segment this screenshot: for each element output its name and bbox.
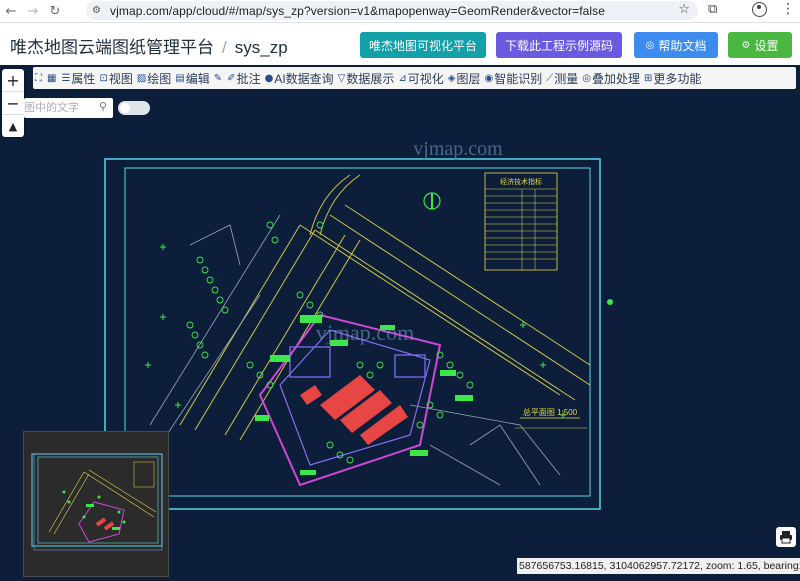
settings-label: 设置 (754, 38, 779, 53)
watermark-top: vjmap.com (413, 138, 503, 160)
page-title: 唯杰地图云端图纸管理平台 / sys_zp (10, 33, 288, 58)
zoom-out-button[interactable]: − (2, 92, 24, 115)
toolbar-item-label: 智能识别 (494, 71, 543, 86)
data-display-icon: ▽ (337, 72, 346, 84)
back-icon[interactable]: ← (0, 0, 22, 22)
table-title: 经济技术指标 (500, 177, 542, 186)
coordinate-readout: 587656753.16815, 3104062957.72172, zoom:… (517, 558, 800, 574)
toolbar-item-layers[interactable]: ◈ 图层 (446, 67, 483, 89)
toolbar-item-label: 测量 (554, 71, 579, 86)
browser-toolbar: ← → ↻ ⚙ vjmap.com/app/cloud/#/map/sys_zp… (0, 0, 800, 23)
toolbar-item-label: 更多功能 (653, 71, 702, 86)
toolbar-item-more[interactable]: ⊞ 更多功能 (642, 67, 703, 89)
toolbar-item-edit[interactable]: ▤ 编辑 (173, 67, 211, 89)
app-name: 唯杰地图云端图纸管理平台 (10, 38, 214, 57)
map-toolbar: ⛶ ▦ ☰ 属性 ⊡ 视图 ▨ 绘图 ▤ 编辑 ✎ ✐ 批注 ● AI数据查询 ▽ 数据展示 ⊿ 可视化 ◈ 图层 ◉ 智能… (33, 67, 796, 89)
toolbar-item-overlay[interactable]: ◎ 叠加处理 (580, 67, 642, 89)
forward-icon[interactable]: → (22, 0, 44, 22)
help-icon: ◎ (645, 39, 655, 51)
gear-icon: ⚙ (741, 39, 751, 51)
properties-icon: ☰ (61, 72, 71, 84)
settings-button[interactable]: ⚙ 设置 (728, 32, 792, 58)
toolbar-item-label: 视图 (108, 71, 133, 86)
minimap-drawing (31, 453, 163, 551)
visualization-platform-button[interactable]: 唯杰地图可视化平台 (360, 32, 486, 58)
app-header: 唯杰地图云端图纸管理平台 / sys_zp 唯杰地图可视化平台 下载此工程示例源码 … (0, 23, 800, 65)
print-icon (780, 531, 792, 544)
url-text[interactable]: vjmap.com/app/cloud/#/map/sys_zp?version… (110, 4, 605, 18)
toolbar-item-data-display[interactable]: ▽ 数据展示 (336, 67, 397, 89)
toolbar-item-chart[interactable]: ⊿ 可视化 (396, 67, 445, 89)
annotate-icon: ✐ (227, 72, 236, 84)
view-icon: ⊡ (99, 72, 108, 84)
toolbar-item-annotate[interactable]: ✐ 批注 (225, 67, 262, 89)
toolbar-item-measure[interactable]: ⟋ 测量 (544, 67, 580, 89)
title-separator: / (222, 38, 227, 57)
toolbar-item-label: 图层 (456, 71, 481, 86)
help-docs-button[interactable]: ◎ 帮助文档 (634, 32, 718, 58)
more-icon: ⊞ (644, 72, 653, 84)
toolbar-item-ai-query[interactable]: ● AI数据查询 (263, 67, 336, 89)
toolbar-item-fullscreen[interactable]: ⛶ (33, 67, 45, 89)
draw-icon: ▨ (136, 72, 147, 84)
zoom-control: + − ▲ (2, 69, 24, 137)
zoom-in-button[interactable]: + (2, 69, 24, 92)
map-canvas[interactable]: 经济技术指标 总平面图 1:500 vjmap.com vjmap.com ⛶ ▦… (0, 65, 800, 581)
menu-icon[interactable]: ⋮ (781, 1, 795, 17)
address-bar[interactable]: ⚙ vjmap.com/app/cloud/#/map/sys_zp?versi… (86, 1, 698, 20)
toolbar-item-label: 批注 (236, 71, 261, 86)
extensions-icon[interactable]: ⧉ (708, 2, 717, 17)
measure-icon: ⟋ (546, 72, 554, 84)
overlay-icon: ◎ (582, 72, 591, 84)
toolbar-item-properties[interactable]: ☰ 属性 (59, 67, 97, 89)
toolbar-item-qrcode[interactable]: ▦ (45, 67, 59, 89)
search-input[interactable] (24, 101, 90, 115)
layers-icon: ◈ (447, 72, 456, 84)
toolbar-item-label: AI数据查询 (274, 71, 334, 86)
toolbar-item-draw[interactable]: ▨ 绘图 (135, 67, 173, 89)
overview-minimap[interactable] (23, 431, 169, 577)
toolbar-item-label: 编辑 (185, 71, 210, 86)
chart-icon: ⊿ (398, 72, 407, 84)
search-mode-toggle[interactable] (118, 101, 150, 115)
print-button[interactable] (776, 527, 796, 547)
toolbar-item-label: 绘图 (147, 71, 172, 86)
toolbar-item-view[interactable]: ⊡ 视图 (97, 67, 134, 89)
toolbar-item-recognition[interactable]: ◉ 智能识别 (483, 67, 545, 89)
drawing-title: 总平面图 1:500 (523, 407, 578, 417)
map-name: sys_zp (234, 38, 288, 57)
ai-query-icon: ● (264, 72, 274, 84)
profile-icon[interactable] (752, 2, 767, 17)
toolbar-item-label: 属性 (71, 71, 96, 86)
bookmark-star-icon[interactable]: ☆ (678, 2, 690, 17)
download-source-button[interactable]: 下载此工程示例源码 (496, 32, 622, 58)
map-search: ⚲ (24, 98, 113, 118)
qrcode-icon: ▦ (47, 72, 57, 84)
site-info-icon[interactable]: ⚙ (92, 5, 110, 16)
compass-button[interactable]: ▲ (2, 115, 24, 137)
recognition-icon: ◉ (484, 72, 494, 84)
fullscreen-icon: ⛶ (35, 72, 42, 84)
reload-icon[interactable]: ↻ (44, 0, 66, 22)
watermark-center: vjmap.com (316, 320, 414, 345)
toolbar-item-label: 数据展示 (346, 71, 395, 86)
help-docs-label: 帮助文档 (658, 38, 707, 53)
toolbar-item-note[interactable]: ✎ (212, 67, 225, 89)
edit-icon: ▤ (175, 72, 185, 84)
search-icon[interactable]: ⚲ (99, 100, 107, 113)
toolbar-item-label: 叠加处理 (592, 71, 641, 86)
note-icon: ✎ (213, 72, 223, 84)
toolbar-item-label: 可视化 (407, 71, 444, 86)
